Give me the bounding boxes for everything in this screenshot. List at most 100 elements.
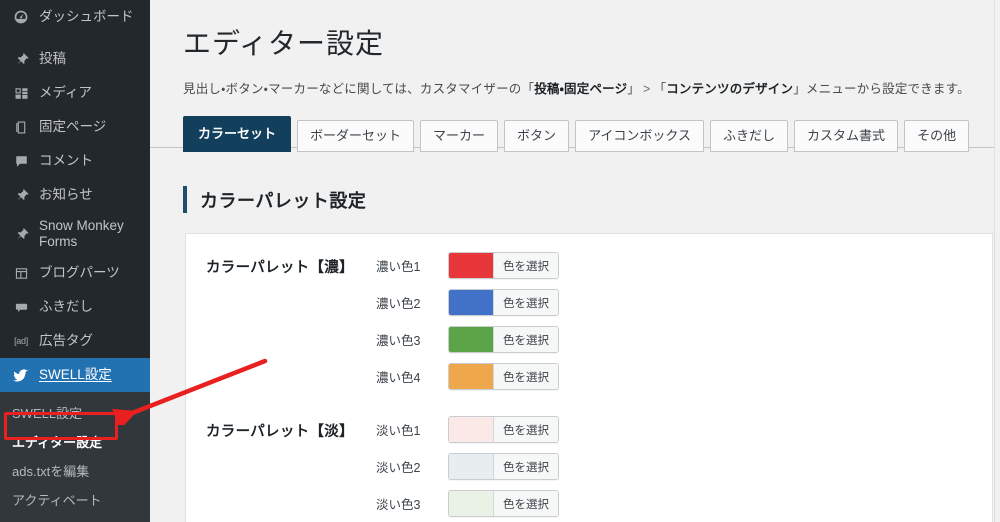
sidebar-item-label: メディア — [39, 85, 93, 101]
balloon-icon — [10, 297, 32, 317]
tab-marker[interactable]: マーカー — [420, 120, 499, 152]
color-picker-light-2[interactable]: 色を選択 — [448, 453, 559, 480]
color-picker-dark-1[interactable]: 色を選択 — [448, 252, 559, 279]
palette-row-label: 淡い色3 — [376, 498, 421, 512]
sidebar-item-label: お知らせ — [39, 187, 93, 203]
color-swatch — [449, 327, 493, 352]
sidebar-item-media[interactable]: メディア — [0, 76, 150, 110]
submenu-item-editor-settings[interactable]: エディター設定 — [0, 427, 150, 456]
palette-group-title: カラーパレット【濃】 — [206, 260, 354, 276]
sidebar-item-dashboard[interactable]: ダッシュボード — [0, 0, 150, 34]
pin-icon — [10, 224, 32, 244]
sidebar-item-label: ブログパーツ — [39, 265, 120, 281]
palette-row: 濃い色1 色を選択 — [376, 252, 559, 279]
sidebar-item-swell-settings[interactable]: SWELL設定 — [0, 358, 150, 392]
color-picker-light-1[interactable]: 色を選択 — [448, 416, 559, 443]
desc-part-4: 」メニューから設定できます。 — [793, 82, 970, 96]
palette-group-light: カラーパレット【淡】 淡い色1 色を選択 淡い色2 色を選択 淡い色3 色を選択 — [186, 390, 992, 517]
color-picker-dark-2[interactable]: 色を選択 — [448, 289, 559, 316]
palette-row-label: 濃い色1 — [376, 260, 421, 274]
color-picker-dark-4[interactable]: 色を選択 — [448, 363, 559, 390]
submenu-item-activate[interactable]: アクティベート — [0, 485, 150, 514]
palette-rows: 淡い色1 色を選択 淡い色2 色を選択 淡い色3 色を選択 — [376, 416, 559, 517]
submenu-item-swell-settings[interactable]: SWELL設定 — [0, 398, 150, 427]
media-icon — [10, 83, 32, 103]
palette-row-label: 濃い色4 — [376, 371, 421, 385]
palette-row: 淡い色3 色を選択 — [376, 490, 559, 517]
dashboard-icon — [10, 7, 32, 27]
pin-icon — [10, 49, 32, 69]
tab-button[interactable]: ボタン — [504, 120, 570, 152]
sidebar-item-label: SWELL設定 — [39, 367, 112, 383]
select-color-button[interactable]: 色を選択 — [493, 364, 558, 389]
color-swatch — [449, 364, 493, 389]
section-heading: カラーパレット設定 — [183, 186, 366, 213]
palette-row-label: 濃い色2 — [376, 297, 421, 311]
desc-bold-posts-pages: 投稿・固定ページ — [534, 82, 628, 96]
select-color-button[interactable]: 色を選択 — [493, 253, 558, 278]
sidebar-item-label: ふきだし — [39, 299, 93, 315]
desc-separator: > — [643, 82, 651, 96]
sidebar-item-posts[interactable]: 投稿 — [0, 42, 150, 76]
sidebar-item-label: ダッシュボード — [39, 9, 134, 25]
tab-icon-box[interactable]: アイコンボックス — [575, 120, 705, 152]
palette-row: 濃い色4 色を選択 — [376, 363, 559, 390]
color-swatch — [449, 491, 493, 516]
palette-group-title: カラーパレット【淡】 — [206, 424, 354, 440]
blocks-icon — [10, 263, 32, 283]
color-picker-light-3[interactable]: 色を選択 — [448, 490, 559, 517]
tab-bar: カラーセット ボーダーセット マーカー ボタン アイコンボックス ふきだし カス… — [183, 116, 970, 152]
desc-part-1: 見出し・ボタン・マーカーなどに関しては、カスタマイザーの「 — [183, 82, 535, 96]
sidebar-item-label: コメント — [39, 153, 93, 169]
color-swatch — [449, 417, 493, 442]
tab-balloon[interactable]: ふきだし — [710, 120, 789, 152]
swell-submenu: SWELL設定 エディター設定 ads.txtを編集 アクティベート — [0, 392, 150, 522]
swell-bird-icon — [10, 365, 32, 385]
comment-icon — [10, 151, 32, 171]
page-description: 見出し・ボタン・マーカーなどに関しては、カスタマイザーの「投稿・固定ページ」 > 「… — [150, 62, 1000, 97]
color-palette-card: カラーパレット【濃】 濃い色1 色を選択 濃い色2 色を選択 濃い色3 色を選択… — [185, 233, 993, 522]
palette-rows: 濃い色1 色を選択 濃い色2 色を選択 濃い色3 色を選択 濃い色4 色を選択 — [376, 252, 559, 390]
palette-row: 濃い色2 色を選択 — [376, 289, 559, 316]
sidebar-item-label: Snow Monkey Forms — [39, 218, 124, 249]
tab-other[interactable]: その他 — [904, 120, 970, 152]
palette-row: 濃い色3 色を選択 — [376, 326, 559, 353]
palette-row-label: 濃い色3 — [376, 334, 421, 348]
page-title: エディター設定 — [183, 28, 385, 59]
sidebar-item-label: 投稿 — [39, 51, 66, 67]
sidebar-item-snow-monkey-forms[interactable]: Snow Monkey Forms — [0, 212, 150, 256]
main-content-area: エディター設定 見出し・ボタン・マーカーなどに関しては、カスタマイザーの「投稿・… — [150, 0, 1000, 522]
tab-custom-format[interactable]: カスタム書式 — [794, 120, 899, 152]
desc-part-3: 「 — [653, 82, 667, 96]
pin-icon — [10, 185, 32, 205]
sidebar-item-balloon[interactable]: ふきだし — [0, 290, 150, 324]
sidebar-item-label: 固定ページ — [39, 119, 107, 135]
submenu-item-ads-txt[interactable]: ads.txtを編集 — [0, 456, 150, 485]
wordpress-admin-screen: ダッシュボード 投稿 メディア 固定ページ コメント お知らせ Snow Mon… — [0, 0, 1000, 522]
sidebar-item-notices[interactable]: お知らせ — [0, 178, 150, 212]
sidebar-item-pages[interactable]: 固定ページ — [0, 110, 150, 144]
sidebar-item-label: 広告タグ — [39, 333, 93, 349]
page-icon — [10, 117, 32, 137]
page-scrollbar[interactable] — [994, 0, 1000, 522]
desc-bold-content-design: コンテンツのデザイン — [666, 82, 794, 96]
palette-row-label: 淡い色2 — [376, 461, 421, 475]
select-color-button[interactable]: 色を選択 — [493, 454, 558, 479]
ad-icon: [ad] — [14, 336, 28, 346]
color-picker-dark-3[interactable]: 色を選択 — [448, 326, 559, 353]
color-swatch — [449, 454, 493, 479]
tab-border-set[interactable]: ボーダーセット — [297, 120, 415, 152]
palette-group-dark: カラーパレット【濃】 濃い色1 色を選択 濃い色2 色を選択 濃い色3 色を選択… — [186, 234, 992, 390]
palette-row: 淡い色2 色を選択 — [376, 453, 559, 480]
select-color-button[interactable]: 色を選択 — [493, 290, 558, 315]
select-color-button[interactable]: 色を選択 — [493, 491, 558, 516]
sidebar-item-ad-tag[interactable]: [ad] 広告タグ — [0, 324, 150, 358]
select-color-button[interactable]: 色を選択 — [493, 327, 558, 352]
palette-row: 淡い色1 色を選択 — [376, 416, 559, 443]
color-swatch — [449, 290, 493, 315]
sidebar-item-blog-parts[interactable]: ブログパーツ — [0, 256, 150, 290]
color-swatch — [449, 253, 493, 278]
select-color-button[interactable]: 色を選択 — [493, 417, 558, 442]
sidebar-item-comments[interactable]: コメント — [0, 144, 150, 178]
tab-color-set[interactable]: カラーセット — [183, 116, 292, 152]
